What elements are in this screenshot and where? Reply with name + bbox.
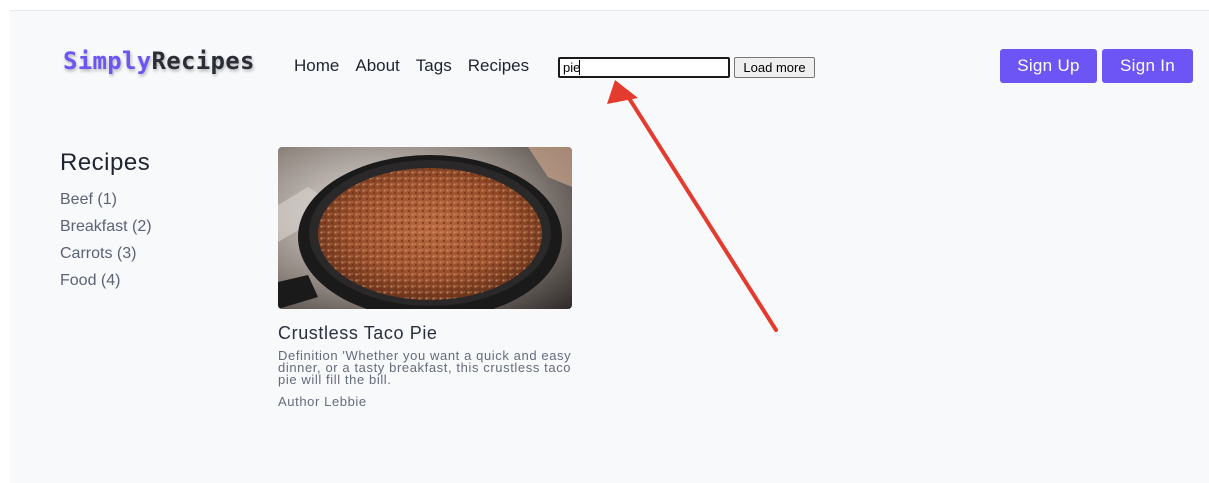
sidebar-title: Recipes [60, 149, 151, 176]
recipe-title[interactable]: Crustless Taco Pie [278, 323, 572, 344]
recipe-image[interactable] [278, 147, 572, 309]
nav-about-link[interactable]: About [355, 56, 399, 76]
page-background: SimplyRecipes Home About Tags Recipes Lo… [10, 10, 1209, 483]
tags-sidebar: Recipes Beef (1) Breakfast (2) Carrots (… [60, 149, 152, 299]
logo-simply-text: Simply [63, 47, 152, 75]
tag-link-breakfast[interactable]: Breakfast (2) [60, 218, 152, 236]
text-caret [579, 60, 580, 75]
tag-link-beef[interactable]: Beef (1) [60, 191, 152, 209]
recipe-card[interactable]: Crustless Taco Pie Definition 'Whether y… [278, 147, 572, 409]
site-logo[interactable]: SimplyRecipes [63, 47, 255, 75]
nav-recipes-link[interactable]: Recipes [468, 56, 529, 76]
nav-home-link[interactable]: Home [294, 56, 339, 76]
load-more-button[interactable]: Load more [734, 57, 815, 78]
main-nav: Home About Tags Recipes [294, 56, 545, 76]
recipe-description: Definition 'Whether you want a quick and… [278, 348, 572, 387]
tag-link-carrots[interactable]: Carrots (3) [60, 245, 152, 263]
tag-link-food[interactable]: Food (4) [60, 272, 152, 290]
recipe-author: Author Lebbie [278, 394, 367, 409]
search-input[interactable] [558, 57, 730, 78]
sign-in-button[interactable]: Sign In [1102, 49, 1193, 83]
nav-tags-link[interactable]: Tags [416, 56, 452, 76]
logo-recipes-text: Recipes [151, 47, 255, 75]
sign-up-button[interactable]: Sign Up [1000, 49, 1097, 83]
